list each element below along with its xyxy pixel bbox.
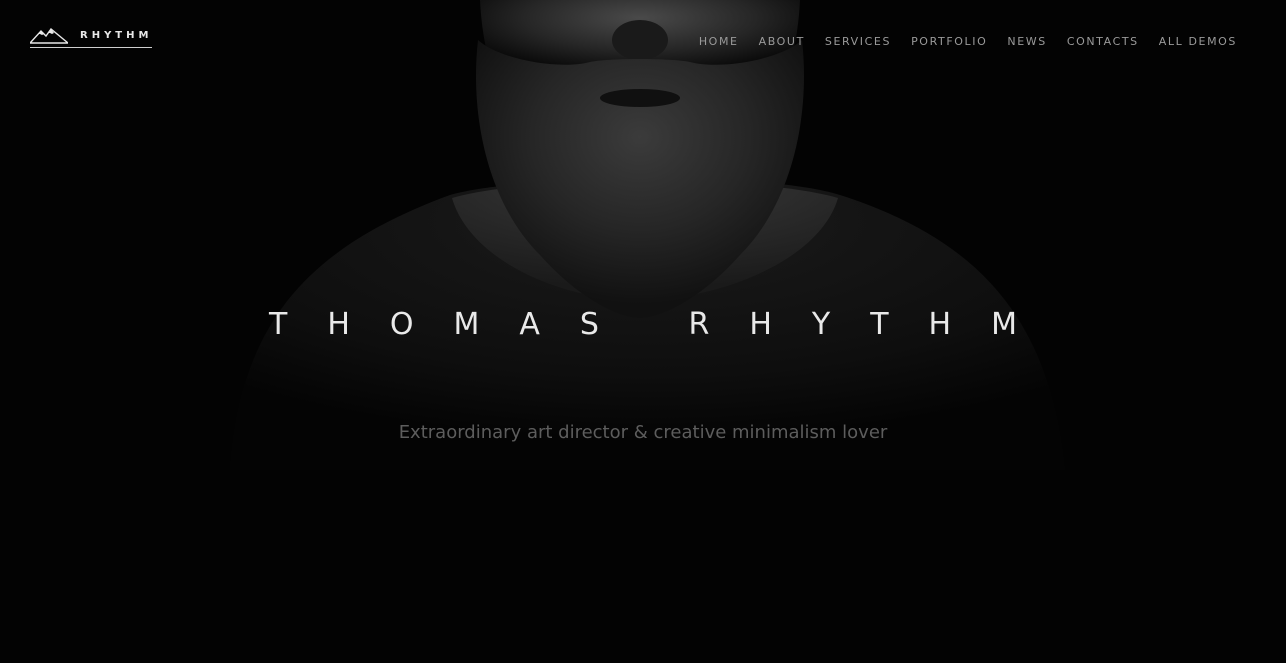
hero-title: THOMAS RHYTHM [269,307,1057,342]
logo-text: RHYTHM [80,30,153,41]
nav-item-news[interactable]: NEWS [1007,35,1046,49]
site-logo[interactable]: RHYTHM [30,28,153,48]
nav-item-services[interactable]: SERVICES [825,35,891,49]
nav-item-portfolio[interactable]: PORTFOLIO [911,35,987,49]
nav-item-home[interactable]: HOME [699,35,739,49]
main-navigation: HOME ABOUT SERVICES PORTFOLIO NEWS CONTA… [699,35,1237,49]
nav-item-about[interactable]: ABOUT [759,35,805,49]
nav-item-all-demos[interactable]: ALL DEMOS [1159,35,1237,49]
nav-item-contacts[interactable]: CONTACTS [1067,35,1139,49]
hero-section: RHYTHM HOME ABOUT SERVICES PORTFOLIO NEW… [0,0,1286,663]
hero-subtitle: Extraordinary art director & creative mi… [398,422,888,443]
mountain-icon [30,28,68,44]
